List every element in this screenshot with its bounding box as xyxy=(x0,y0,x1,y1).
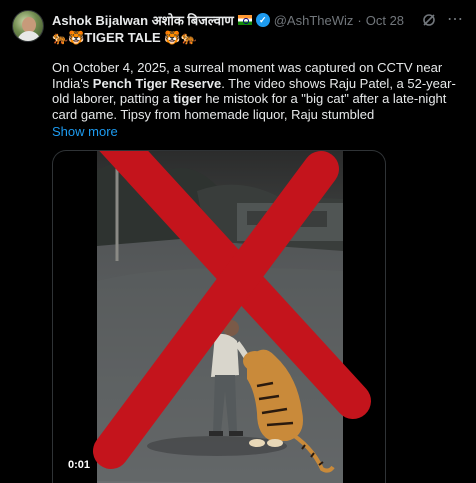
author-handle[interactable]: @AshTheWiz xyxy=(274,13,354,28)
video-player[interactable]: 0:01 xyxy=(52,150,386,483)
verified-badge-icon[interactable]: ✓ xyxy=(255,13,270,27)
text-segment-bold: Pench Tiger Reserve xyxy=(92,75,222,91)
tweet-subtitle: 🐅🐯TIGER TALE 🐯🐅 xyxy=(52,30,197,45)
tweet-header: Ashok Bijalwan अशोक बिजल्वाण ✓ @AshTheWi… xyxy=(52,11,464,29)
more-options-icon[interactable]: ⋯ xyxy=(447,12,464,28)
video-timestamp: 0:01 xyxy=(63,457,96,473)
red-x-cross xyxy=(93,151,371,469)
india-flag-icon xyxy=(237,15,252,25)
text-segment-bold: tiger xyxy=(173,91,202,106)
avatar[interactable] xyxy=(12,10,44,42)
show-more-link[interactable]: Show more xyxy=(52,124,118,139)
tweet-text: On October 4, 2025, a surreal moment was… xyxy=(52,60,466,122)
tweet[interactable]: Ashok Bijalwan अशोक बिजल्वाण ✓ @AshTheWi… xyxy=(0,0,476,483)
tweet-date[interactable]: Oct 28 xyxy=(366,13,404,28)
author-name[interactable]: Ashok Bijalwan अशोक बिजल्वाण xyxy=(52,11,234,29)
separator: · xyxy=(357,12,362,28)
grok-icon[interactable] xyxy=(421,12,437,28)
